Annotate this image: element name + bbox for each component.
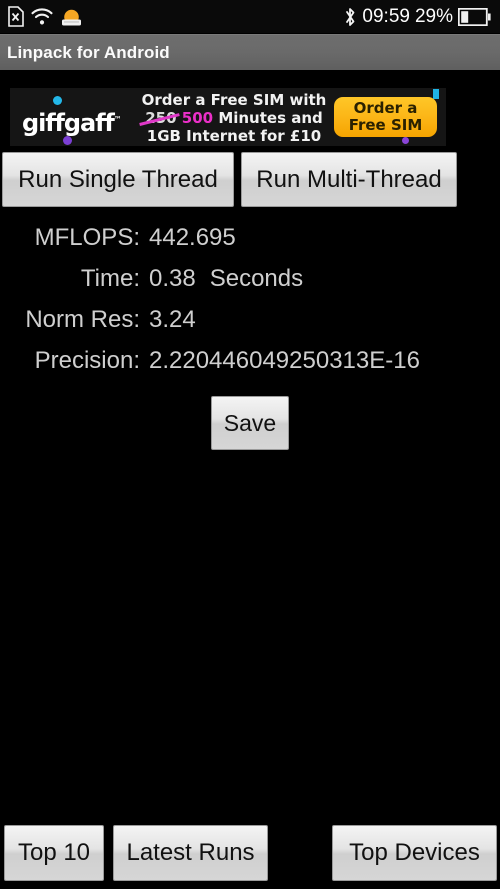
page-title: Linpack for Android	[7, 42, 170, 62]
run-multi-thread-button[interactable]: Run Multi-Thread	[241, 152, 457, 207]
ad-brand-name: giffgaff	[22, 109, 115, 137]
ad-copy-text: Order a Free SIM with 250 500 Minutes an…	[126, 91, 342, 145]
result-label-precision: Precision:	[34, 347, 140, 374]
top-10-button[interactable]: Top 10	[4, 825, 104, 881]
battery-icon	[458, 7, 491, 26]
ad-cta-line-1: Order a	[353, 99, 418, 117]
result-unit-time: Seconds	[209, 265, 304, 292]
ad-copy-line-1: Order a Free SIM with	[141, 91, 327, 109]
ad-dot-cyan-secondary-icon	[433, 89, 439, 99]
notification-icon	[60, 7, 83, 27]
ad-dot-cyan-icon	[53, 96, 62, 105]
status-bar-clock: 09:59	[362, 5, 410, 27]
ad-new-minutes: 500	[181, 109, 214, 127]
ad-copy-line-3: 1GB Internet for £10	[146, 127, 322, 145]
ad-brand-logo: giffgaff™	[22, 109, 122, 137]
status-bar-left-icons	[7, 6, 83, 27]
latest-runs-button[interactable]: Latest Runs	[113, 825, 268, 881]
giffgaff-ad-banner[interactable]: giffgaff™ Order a Free SIM with 250 500 …	[10, 88, 446, 146]
wifi-icon	[31, 7, 53, 26]
save-button[interactable]: Save	[211, 396, 289, 450]
top-devices-button[interactable]: Top Devices	[332, 825, 497, 881]
ad-cta-line-2: Free SIM	[348, 116, 423, 134]
sim-card-missing-icon	[7, 6, 24, 27]
ad-cta-button[interactable]: Order a Free SIM	[334, 97, 437, 137]
benchmark-results: MFLOPS: 442.695 Time: 0.38 Seconds Norm …	[0, 224, 500, 388]
status-bar-right: 09:59 29%	[343, 6, 491, 28]
result-row-mflops: MFLOPS: 442.695	[0, 224, 500, 265]
result-row-time: Time: 0.38 Seconds	[0, 265, 500, 306]
result-label-norm-res: Norm Res:	[25, 306, 140, 333]
result-label-mflops: MFLOPS:	[34, 224, 140, 251]
ad-copy-line-2: 250 500 Minutes and	[126, 109, 342, 127]
result-value-mflops: 442.695	[149, 224, 236, 251]
result-row-precision: Precision: 2.220446049250313E-16	[0, 347, 500, 388]
battery-percent-label: 29%	[414, 5, 453, 27]
ad-dot-purple-secondary-icon	[402, 137, 409, 144]
ad-old-minutes: 250	[145, 109, 177, 127]
result-row-norm-res: Norm Res: 3.24	[0, 306, 500, 347]
ad-dot-purple-icon	[63, 136, 72, 145]
app-title-bar: Linpack for Android	[0, 34, 500, 70]
result-value-norm-res: 3.24	[149, 306, 196, 333]
result-label-time: Time:	[80, 265, 140, 292]
ad-copy-line-2-rest: Minutes and	[218, 109, 323, 127]
ad-trademark-mark: ™	[113, 115, 122, 124]
result-value-time: 0.38	[149, 265, 196, 292]
result-value-precision: 2.220446049250313E-16	[149, 347, 420, 374]
bluetooth-icon	[343, 6, 357, 28]
status-bar: 09:59 29%	[0, 0, 500, 33]
run-single-thread-button[interactable]: Run Single Thread	[2, 152, 234, 207]
